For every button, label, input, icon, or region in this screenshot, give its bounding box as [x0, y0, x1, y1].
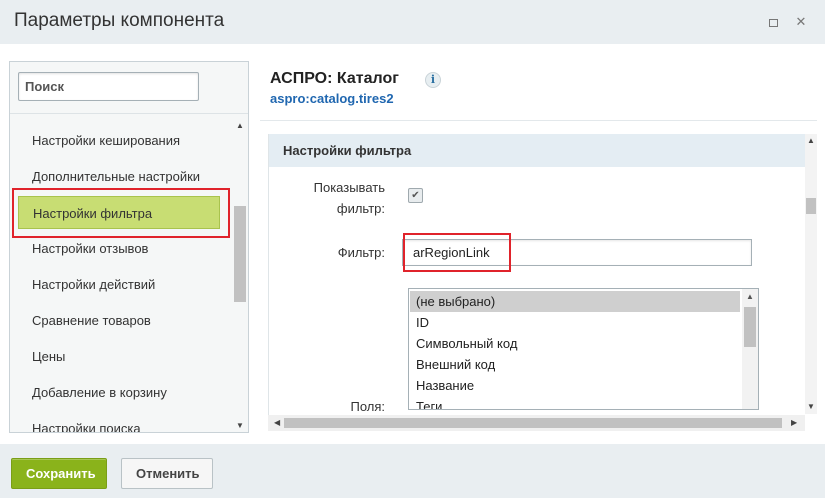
- close-icon[interactable]: ✕: [794, 15, 808, 29]
- fields-option[interactable]: (не выбрано): [410, 291, 740, 312]
- sidebar-item-search[interactable]: Настройки поиска: [18, 412, 220, 432]
- dialog-title: Параметры компонента: [14, 10, 225, 31]
- sidebar-item-reviews[interactable]: Настройки отзывов: [18, 232, 220, 265]
- save-button[interactable]: Сохранить: [11, 458, 107, 489]
- sidebar-scrollbar[interactable]: ▲ ▼: [232, 120, 248, 432]
- show-filter-label-line2: фильтр:: [336, 201, 385, 216]
- scrollbar-thumb[interactable]: [806, 198, 816, 214]
- search-input[interactable]: [19, 73, 198, 100]
- search-field-wrapper: [18, 72, 199, 101]
- sidebar-item-additional[interactable]: Дополнительные настройки: [18, 160, 220, 193]
- show-filter-label-line1: Показывать: [313, 180, 385, 195]
- sidebar-item-actions[interactable]: Настройки действий: [18, 268, 220, 301]
- sidebar-divider: [10, 113, 248, 114]
- fields-option[interactable]: Внешний код: [410, 354, 740, 375]
- panel-horizontal-scrollbar[interactable]: ◀ ▶: [268, 415, 805, 431]
- component-title: АСПРО: Каталог: [270, 70, 399, 87]
- component-code: aspro:catalog.tires2: [270, 91, 394, 106]
- scrollbar-thumb[interactable]: [234, 206, 246, 302]
- sidebar-item-caching[interactable]: Настройки кеширования: [18, 124, 220, 157]
- fields-label: Поля:: [350, 399, 385, 414]
- sidebar: Настройки кеширования Дополнительные нас…: [9, 61, 249, 433]
- sidebar-item-compare[interactable]: Сравнение товаров: [18, 304, 220, 337]
- scrollbar-thumb[interactable]: [284, 418, 782, 428]
- sidebar-item-filter[interactable]: Настройки фильтра: [18, 196, 220, 229]
- scroll-right-arrow-icon[interactable]: ▶: [791, 418, 797, 427]
- show-filter-checkbox[interactable]: ✔: [408, 188, 423, 203]
- sidebar-nav-list: Настройки кеширования Дополнительные нас…: [10, 120, 232, 432]
- fields-option[interactable]: Теги: [410, 396, 740, 409]
- dialog-titlebar: Параметры компонента ✕: [0, 0, 825, 44]
- fields-multiselect[interactable]: (не выбрано) ID Символьный код Внешний к…: [408, 288, 759, 410]
- maximize-icon[interactable]: [766, 15, 780, 29]
- dialog-body: Настройки кеширования Дополнительные нас…: [0, 44, 825, 444]
- cancel-button[interactable]: Отменить: [121, 458, 213, 489]
- dialog-footer: Сохранить Отменить: [0, 444, 825, 498]
- scroll-up-arrow-icon[interactable]: ▲: [236, 122, 244, 130]
- fields-option[interactable]: Название: [410, 375, 740, 396]
- filter-input[interactable]: [402, 239, 752, 266]
- panel-vertical-scrollbar[interactable]: ▲: [805, 134, 817, 414]
- sidebar-item-prices[interactable]: Цены: [18, 340, 220, 373]
- info-icon[interactable]: i: [425, 72, 441, 88]
- section-header: Настройки фильтра: [269, 134, 805, 167]
- scroll-up-arrow-icon[interactable]: ▲: [807, 136, 815, 145]
- scroll-down-arrow-icon[interactable]: ▼: [807, 402, 815, 411]
- scroll-left-arrow-icon[interactable]: ◀: [274, 418, 280, 427]
- sidebar-item-add-to-cart[interactable]: Добавление в корзину: [18, 376, 220, 409]
- content-divider: [260, 120, 817, 121]
- fields-scrollbar[interactable]: ▲: [742, 289, 758, 409]
- scroll-down-arrow-icon[interactable]: ▼: [236, 422, 244, 430]
- check-icon: ✔: [411, 190, 420, 201]
- filter-label: Фильтр:: [337, 245, 385, 260]
- scroll-up-arrow-icon[interactable]: ▲: [746, 292, 754, 301]
- fields-option[interactable]: ID: [410, 312, 740, 333]
- scrollbar-thumb[interactable]: [744, 307, 756, 347]
- fields-option[interactable]: Символьный код: [410, 333, 740, 354]
